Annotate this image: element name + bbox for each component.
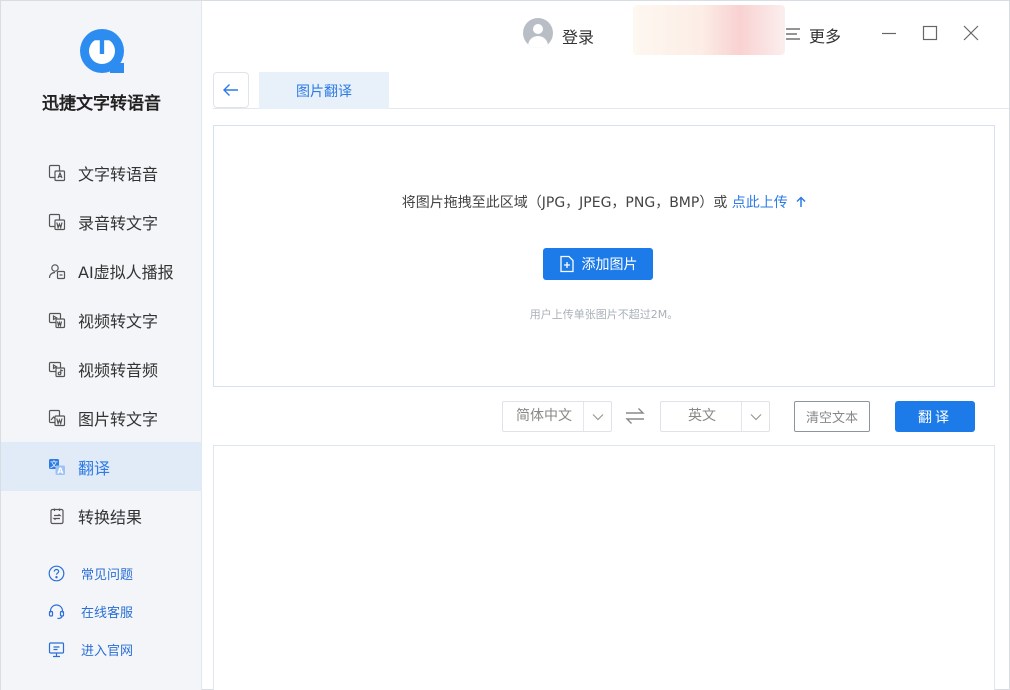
upload-hint-text: 将图片拖拽至此区域（JPG，JPEG，PNG，BMP）或 [401,195,732,211]
target-language-value: 英文 [688,408,716,424]
upload-limit-note: 用户上传单张图片不超过2M。 [529,308,679,321]
video-to-audio-icon [47,359,66,378]
sidebar-item-translate[interactable]: 文 A 翻译 [1,442,202,491]
add-image-button[interactable]: 添加图片 [543,248,653,280]
translation-result-area[interactable] [213,445,995,690]
upload-hint: 将图片拖拽至此区域（JPG，JPEG，PNG，BMP）或 点此上传 [214,192,994,212]
back-button[interactable] [213,72,249,108]
link-label: 在线客服 [81,605,134,621]
translate-icon: 文 A [47,457,66,476]
results-icon [47,506,66,525]
svg-text:A: A [57,466,64,475]
menu-icon [785,26,801,45]
swap-languages-button[interactable] [624,406,646,426]
sidebar-item-ai-avatar[interactable]: AI虚拟人播报 [1,246,202,295]
ai-avatar-icon [47,261,66,280]
sidebar-item-label: 翻译 [78,458,111,478]
headset-icon [47,602,65,620]
link-label: 进入官网 [81,643,134,659]
clear-text-button[interactable]: 清空文本 [794,401,870,432]
chevron-down-icon [741,402,769,431]
arrow-left-icon [223,84,238,96]
sidebar-item-label: AI虚拟人播报 [78,262,174,282]
upload-dropzone[interactable]: 将图片拖拽至此区域（JPG，JPEG，PNG，BMP）或 点此上传 添加图片 用… [213,125,995,387]
sidebar-nav: 文字转语音 录音转文字 AI虚拟人播报 视频转文字 视频转音频 图片转文字 文 … [1,148,202,540]
maximize-icon [922,25,938,41]
app-name: 迅捷文字转语音 [42,94,161,114]
minimize-button[interactable] [877,21,901,45]
sidebar-item-label: 视频转音频 [78,360,159,380]
sidebar-item-video-to-audio[interactable]: 视频转音频 [1,344,202,393]
sidebar-item-label: 文字转语音 [78,164,159,184]
link-faq[interactable]: 常见问题 [1,554,202,592]
minimize-icon [882,32,896,35]
monitor-icon [47,640,65,658]
text-to-speech-icon [47,163,66,182]
sidebar-item-video-to-text[interactable]: 视频转文字 [1,295,202,344]
help-icon [47,564,65,582]
sidebar-links: 常见问题 在线客服 进入官网 [1,554,202,668]
add-file-icon [559,255,575,273]
sidebar-item-label: 图片转文字 [78,409,159,429]
sidebar-item-label: 转换结果 [78,507,143,527]
source-language-select[interactable]: 简体中文 [502,401,612,432]
swap-icon [625,408,645,424]
sidebar-item-audio-to-text[interactable]: 录音转文字 [1,197,202,246]
title-bar: 登录 更多 [203,1,1009,67]
sidebar: T 迅捷文字转语音 文字转语音 录音转文字 AI虚拟人播报 视频转文字 视频转音… [1,1,202,690]
close-button[interactable] [959,21,983,45]
link-official-site[interactable]: 进入官网 [1,630,202,668]
audio-to-text-icon [47,212,66,231]
sidebar-item-label: 视频转文字 [78,311,159,331]
login-button[interactable]: 登录 [562,24,594,48]
translate-button[interactable]: 翻译 [895,401,975,432]
app-logo-icon: T [80,29,124,73]
close-icon [963,25,979,41]
upload-link-label: 点此上传 [731,195,788,211]
sidebar-item-results[interactable]: 转换结果 [1,491,202,540]
avatar[interactable] [523,18,553,48]
sidebar-item-label: 录音转文字 [78,213,159,233]
source-language-value: 简体中文 [516,408,572,424]
more-label: 更多 [809,27,842,46]
add-image-label: 添加图片 [581,257,638,273]
promo-banner[interactable] [633,5,785,55]
video-to-text-icon [47,310,66,329]
more-menu-button[interactable]: 更多 [785,23,841,47]
link-label: 常见问题 [81,567,134,583]
tab-bar: 图片翻译 [213,72,1009,109]
sidebar-item-text-to-speech[interactable]: 文字转语音 [1,148,202,197]
chevron-down-icon [583,402,611,431]
arrow-up-icon [796,196,806,207]
upload-link[interactable]: 点此上传 [732,195,806,211]
image-to-text-icon [47,408,66,427]
target-language-select[interactable]: 英文 [660,401,770,432]
link-online-service[interactable]: 在线客服 [1,592,202,630]
tab-image-translate[interactable]: 图片翻译 [259,72,389,109]
sidebar-item-image-to-text[interactable]: 图片转文字 [1,393,202,442]
maximize-button[interactable] [918,21,942,45]
